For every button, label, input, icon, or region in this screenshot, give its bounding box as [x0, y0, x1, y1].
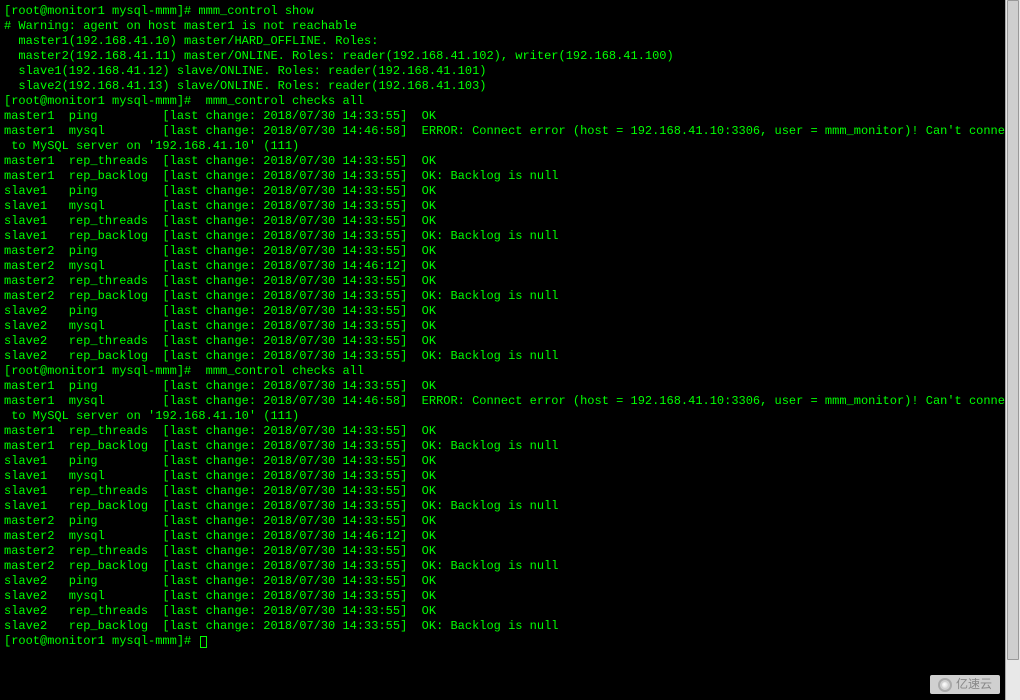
- show-line: master2(192.168.41.11) master/ONLINE. Ro…: [4, 49, 1001, 64]
- check-row: slave1 mysql [last change: 2018/07/30 14…: [4, 469, 1001, 484]
- show-line: slave1(192.168.41.12) slave/ONLINE. Role…: [4, 64, 1001, 79]
- check-row: slave2 ping [last change: 2018/07/30 14:…: [4, 304, 1001, 319]
- check-row: slave2 mysql [last change: 2018/07/30 14…: [4, 589, 1001, 604]
- check-row: master2 rep_backlog [last change: 2018/0…: [4, 559, 1001, 574]
- check-row: slave1 ping [last change: 2018/07/30 14:…: [4, 184, 1001, 199]
- check-row: slave1 ping [last change: 2018/07/30 14:…: [4, 454, 1001, 469]
- check-row: master1 rep_threads [last change: 2018/0…: [4, 424, 1001, 439]
- watermark-badge: 亿速云: [930, 675, 1000, 694]
- check-row: master2 mysql [last change: 2018/07/30 1…: [4, 529, 1001, 544]
- check-row: master1 rep_backlog [last change: 2018/0…: [4, 439, 1001, 454]
- check-row: slave1 rep_threads [last change: 2018/07…: [4, 484, 1001, 499]
- check-row: master2 ping [last change: 2018/07/30 14…: [4, 514, 1001, 529]
- show-line: master1(192.168.41.10) master/HARD_OFFLI…: [4, 34, 1001, 49]
- cmd-line: [root@monitor1 mysql-mmm]# mmm_control c…: [4, 364, 1001, 379]
- globe-icon: [938, 678, 952, 692]
- check-row: master2 rep_threads [last change: 2018/0…: [4, 274, 1001, 289]
- check-row: master2 mysql [last change: 2018/07/30 1…: [4, 259, 1001, 274]
- check-row: master1 ping [last change: 2018/07/30 14…: [4, 109, 1001, 124]
- check-row: master1 ping [last change: 2018/07/30 14…: [4, 379, 1001, 394]
- terminal-output[interactable]: [root@monitor1 mysql-mmm]# mmm_control s…: [0, 0, 1005, 700]
- prompt-line[interactable]: [root@monitor1 mysql-mmm]#: [4, 634, 1001, 649]
- check-row: master2 ping [last change: 2018/07/30 14…: [4, 244, 1001, 259]
- check-row: master1 mysql [last change: 2018/07/30 1…: [4, 124, 1001, 139]
- check-row: slave1 mysql [last change: 2018/07/30 14…: [4, 199, 1001, 214]
- check-row: slave1 rep_threads [last change: 2018/07…: [4, 214, 1001, 229]
- check-row: master1 mysql [last change: 2018/07/30 1…: [4, 394, 1001, 409]
- check-row: slave2 rep_backlog [last change: 2018/07…: [4, 619, 1001, 634]
- check-row-cont: to MySQL server on '192.168.41.10' (111): [4, 409, 1001, 424]
- warning-line: # Warning: agent on host master1 is not …: [4, 19, 1001, 34]
- check-row: slave2 mysql [last change: 2018/07/30 14…: [4, 319, 1001, 334]
- scrollbar-track[interactable]: [1005, 0, 1020, 700]
- check-row: slave2 rep_backlog [last change: 2018/07…: [4, 349, 1001, 364]
- scrollbar-thumb[interactable]: [1007, 0, 1019, 660]
- watermark-text: 亿速云: [956, 677, 992, 692]
- check-row: master1 rep_backlog [last change: 2018/0…: [4, 169, 1001, 184]
- check-row: slave1 rep_backlog [last change: 2018/07…: [4, 229, 1001, 244]
- check-row: slave2 ping [last change: 2018/07/30 14:…: [4, 574, 1001, 589]
- check-row-cont: to MySQL server on '192.168.41.10' (111): [4, 139, 1001, 154]
- check-row: master2 rep_backlog [last change: 2018/0…: [4, 289, 1001, 304]
- show-line: slave2(192.168.41.13) slave/ONLINE. Role…: [4, 79, 1001, 94]
- check-row: slave2 rep_threads [last change: 2018/07…: [4, 604, 1001, 619]
- check-row: master2 rep_threads [last change: 2018/0…: [4, 544, 1001, 559]
- check-row: slave1 rep_backlog [last change: 2018/07…: [4, 499, 1001, 514]
- check-row: slave2 rep_threads [last change: 2018/07…: [4, 334, 1001, 349]
- cursor-icon: [200, 636, 207, 648]
- check-row: master1 rep_threads [last change: 2018/0…: [4, 154, 1001, 169]
- cmd-line: [root@monitor1 mysql-mmm]# mmm_control c…: [4, 94, 1001, 109]
- cmd-line: [root@monitor1 mysql-mmm]# mmm_control s…: [4, 4, 1001, 19]
